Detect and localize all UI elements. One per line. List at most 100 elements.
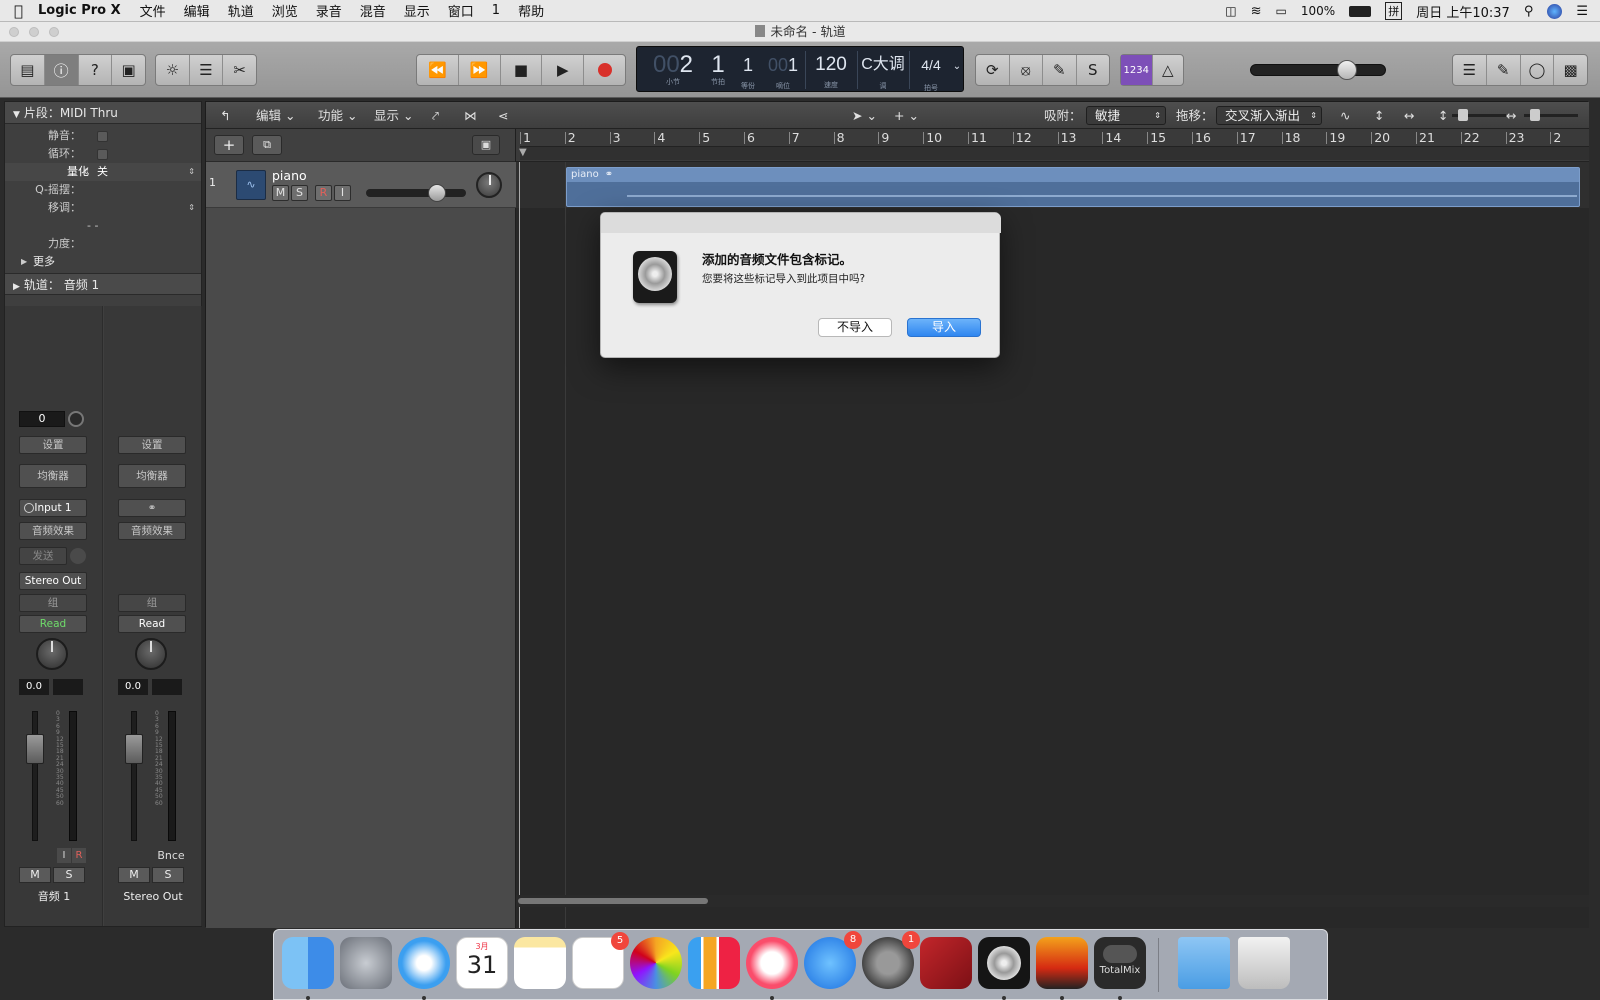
track-record-button[interactable]: R xyxy=(315,185,332,201)
replace-icon[interactable]: ⦻ xyxy=(1010,55,1043,85)
quantize-menu-icon[interactable]: ⇕ xyxy=(188,163,195,181)
fast-forward-icon[interactable]: ⏩ xyxy=(459,55,501,85)
quick-help-icon[interactable]: ? xyxy=(79,55,113,85)
ruler-bar-number[interactable]: 19 xyxy=(1329,130,1345,145)
ruler-bar-number[interactable]: 8 xyxy=(837,130,845,145)
ruler-bar-number[interactable]: 10 xyxy=(926,130,942,145)
ruler-bar-number[interactable]: 18 xyxy=(1285,130,1301,145)
bounce-button[interactable]: Bnce xyxy=(156,848,186,863)
horizontal-zoom-thumb[interactable] xyxy=(1530,109,1540,121)
setting-button[interactable]: 设置 xyxy=(118,436,186,454)
smart-controls-icon[interactable]: ☼ xyxy=(156,55,190,85)
edit-menu[interactable]: 编辑 ⌄ xyxy=(256,106,295,125)
menu-1[interactable]: 1 xyxy=(483,3,509,18)
tuner-icon[interactable]: ✎ xyxy=(1043,55,1077,85)
add-track-button[interactable]: + xyxy=(214,135,244,155)
back-arrow-icon[interactable]: ↰ xyxy=(220,106,230,125)
inspector-icon[interactable]: ⓘ xyxy=(44,55,79,85)
trash-icon[interactable] xyxy=(1238,937,1290,989)
editors-icon[interactable]: ✂ xyxy=(223,55,256,85)
pan-value[interactable]: 0.0 xyxy=(118,679,148,695)
functions-menu[interactable]: 功能 ⌄ xyxy=(318,106,357,125)
finder-icon[interactable] xyxy=(282,937,334,989)
ruler-bar-number[interactable]: 14 xyxy=(1105,130,1121,145)
ruler-bar-number[interactable]: 6 xyxy=(747,130,755,145)
menu-mix[interactable]: 混音 xyxy=(351,1,395,20)
fit-horizontal-icon[interactable]: ↔ xyxy=(1404,106,1414,125)
volume-fader-knob[interactable] xyxy=(125,734,143,764)
stereo-link-icon[interactable]: ⚭ xyxy=(118,499,186,517)
snap-dropdown[interactable]: 敏捷 ⇕ xyxy=(1086,106,1166,125)
totalmix-icon[interactable]: TotalMix xyxy=(1094,937,1146,989)
ruler-bar-number[interactable]: 9 xyxy=(881,130,889,145)
app-store-icon[interactable]: 8 xyxy=(804,931,862,989)
ruler-bar-number[interactable]: 2 xyxy=(568,130,576,145)
wifi-icon[interactable]: ≋ xyxy=(1251,4,1262,19)
display-icon[interactable]: ◫ xyxy=(1225,4,1236,18)
pan-knob[interactable] xyxy=(135,638,167,670)
channel-name[interactable]: 音频 1 xyxy=(5,888,103,906)
audio-fx-slot[interactable]: 音频效果 xyxy=(118,522,186,540)
eq-button[interactable]: 均衡器 xyxy=(118,464,186,488)
launchpad-icon[interactable] xyxy=(340,937,392,989)
bar-ruler[interactable]: ▼ 1 2 3 4 5 6 7 8 9 10 11 12 13 14 15 16 17 18 19 20 21 22 23 2 xyxy=(516,129,1589,162)
safari-icon[interactable] xyxy=(398,937,450,989)
loop-browser-icon[interactable]: ◯ xyxy=(1521,55,1555,85)
menu-file[interactable]: 文件 xyxy=(131,1,175,20)
lcd-mode-chevron-icon[interactable]: ⌄ xyxy=(951,61,963,72)
reminders-icon[interactable]: 5 xyxy=(572,932,629,989)
solo-icon[interactable]: S xyxy=(1077,55,1110,85)
logic-pro-icon[interactable] xyxy=(978,937,1030,989)
app-menu[interactable]: Logic Pro X xyxy=(32,3,131,18)
zoom-window-button[interactable] xyxy=(49,27,59,37)
gain-knob[interactable] xyxy=(68,411,84,427)
ruler-bar-number[interactable]: 13 xyxy=(1061,130,1077,145)
autocad-icon[interactable] xyxy=(920,937,972,989)
ruler-bar-number[interactable]: 16 xyxy=(1195,130,1211,145)
marker-lane[interactable] xyxy=(520,146,1589,160)
toolbar-toggle-icon[interactable]: ▣ xyxy=(112,55,145,85)
volume-fader-track[interactable] xyxy=(32,711,38,841)
spotlight-icon[interactable]: ⚲ xyxy=(1524,4,1534,19)
metronome-icon[interactable]: △ xyxy=(1153,55,1184,85)
rewind-icon[interactable]: ⏪ xyxy=(417,55,459,85)
menu-browse[interactable]: 浏览 xyxy=(263,1,307,20)
menu-window[interactable]: 窗口 xyxy=(439,1,483,20)
master-volume-knob[interactable] xyxy=(1337,60,1357,80)
mute-checkbox[interactable] xyxy=(97,131,108,142)
horizontal-zoom-slider[interactable] xyxy=(1524,109,1578,121)
horizontal-scrollbar[interactable] xyxy=(516,895,1589,907)
setting-button[interactable]: 设置 xyxy=(19,436,87,454)
automation-curve-icon[interactable]: ⤤ xyxy=(432,106,439,125)
menu-record[interactable]: 录音 xyxy=(307,1,351,20)
view-menu[interactable]: 显示 ⌄ xyxy=(374,106,413,125)
automation-mode[interactable]: Read xyxy=(118,615,186,633)
track-inspector-header[interactable]: ▶ 轨道： 音频 1 xyxy=(5,273,201,295)
ruler-bar-number[interactable]: 1 xyxy=(523,130,531,145)
send-knob[interactable] xyxy=(70,548,86,564)
browsers-icon[interactable]: ▩ xyxy=(1554,55,1587,85)
mute-button[interactable]: M xyxy=(118,867,150,883)
playhead-marker-icon[interactable]: ▼ xyxy=(519,147,527,158)
ruler-bar-number[interactable]: 4 xyxy=(657,130,665,145)
solo-button[interactable]: S xyxy=(53,867,85,883)
more-row[interactable]: ▶ 更多 xyxy=(5,253,201,271)
menu-edit[interactable]: 编辑 xyxy=(175,1,219,20)
input-slot[interactable]: Input 1 xyxy=(19,499,87,517)
ruler-bar-number[interactable]: 2 xyxy=(1553,130,1561,145)
mixer-icon[interactable]: ☰ xyxy=(190,55,224,85)
numbers-icon[interactable] xyxy=(688,937,740,989)
drag-dropdown[interactable]: 交叉渐入渐出 ⇕ xyxy=(1216,106,1322,125)
menu-track[interactable]: 轨道 xyxy=(219,1,263,20)
track-mute-button[interactable]: M xyxy=(272,185,289,201)
list-editors-icon[interactable]: ☰ xyxy=(1453,55,1487,85)
menu-view[interactable]: 显示 xyxy=(395,1,439,20)
playhead-line[interactable] xyxy=(519,162,520,928)
quantize-value[interactable]: 关 xyxy=(97,163,108,181)
transpose-row[interactable]: 移调： ⇕ xyxy=(5,199,201,217)
cmd-tool-menu[interactable]: + ⌄ xyxy=(894,106,919,125)
track-pan-knob[interactable] xyxy=(476,172,502,198)
note-pad-icon[interactable]: ✎ xyxy=(1487,55,1521,85)
master-volume-slider[interactable] xyxy=(1250,60,1386,80)
solo-button[interactable]: S xyxy=(152,867,184,883)
